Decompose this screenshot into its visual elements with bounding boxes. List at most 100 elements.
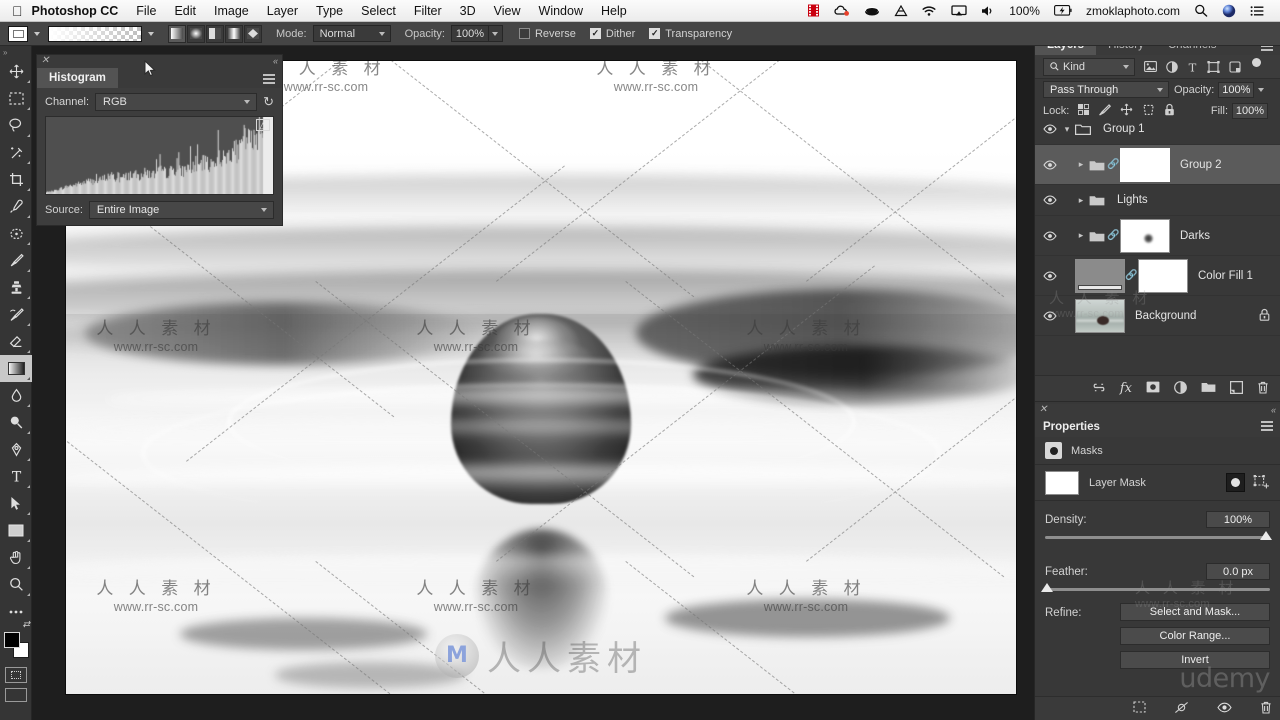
menu-file[interactable]: File	[127, 4, 165, 18]
gradient-tool-preset-icon[interactable]	[8, 25, 28, 42]
gradient-picker-chevron-icon[interactable]	[148, 31, 154, 36]
close-icon[interactable]: ✕	[41, 56, 49, 66]
brush-tool[interactable]	[0, 247, 32, 274]
tab-histogram[interactable]: Histogram	[37, 68, 118, 88]
wifi-icon[interactable]	[915, 5, 944, 17]
rectangular-marquee-tool[interactable]	[0, 85, 32, 112]
table-row[interactable]: Background	[1035, 296, 1280, 336]
linear-gradient-icon[interactable]	[168, 24, 186, 43]
layer-visibility-icon[interactable]	[1039, 124, 1061, 134]
group-disclosure-icon[interactable]: ▸	[1075, 195, 1087, 206]
layer-name[interactable]: Color Fill 1	[1198, 270, 1253, 282]
crop-tool[interactable]	[0, 166, 32, 193]
layer-name[interactable]: Darks	[1180, 230, 1210, 242]
layer-thumbnail[interactable]	[1075, 258, 1125, 293]
volume-icon[interactable]	[974, 5, 1002, 17]
menu-filter[interactable]: Filter	[405, 4, 451, 18]
density-slider-knob[interactable]	[1260, 531, 1272, 540]
adjustment-filter-icon[interactable]	[1166, 60, 1178, 73]
layers-panel[interactable]: ✕ « Layers History Channels Kind	[1035, 22, 1280, 402]
layer-style-fx-icon[interactable]: fx	[1120, 381, 1132, 396]
cached-data-warning-icon[interactable]: △	[256, 119, 270, 131]
group-disclosure-icon[interactable]: ▸	[1075, 230, 1087, 241]
type-tool[interactable]: T	[0, 463, 32, 490]
panel-menu-icon[interactable]	[263, 74, 275, 86]
new-layer-icon[interactable]	[1230, 380, 1243, 397]
properties-panel[interactable]: ✕ « Properties Masks Layer Mask Density:…	[1035, 404, 1280, 720]
angle-gradient-icon[interactable]	[206, 24, 224, 43]
airplay-icon[interactable]	[944, 4, 974, 17]
group-disclosure-icon[interactable]: ▾	[1061, 124, 1073, 135]
dropbox-icon[interactable]	[800, 4, 827, 17]
layer-mask-thumbnail[interactable]	[1045, 470, 1079, 495]
diamond-gradient-icon[interactable]	[244, 24, 262, 43]
density-value[interactable]: 100%	[1206, 511, 1270, 528]
transparency-checkbox[interactable]: Transparency	[649, 28, 732, 40]
layer-visibility-icon[interactable]	[1039, 159, 1061, 170]
layer-name[interactable]: Lights	[1117, 194, 1148, 206]
menu-view[interactable]: View	[485, 4, 530, 18]
layer-list[interactable]: ▾ Group 1 ▸ 🔗 Group 2 ▸ Lights ▸ 🔗 Darks…	[1035, 114, 1280, 373]
menu-3d[interactable]: 3D	[451, 4, 485, 18]
layer-blend-mode-select[interactable]: Pass Through	[1043, 81, 1169, 98]
menu-layer[interactable]: Layer	[258, 4, 307, 18]
close-icon[interactable]: ✕	[1039, 405, 1047, 415]
vpn-icon[interactable]	[857, 5, 887, 17]
menu-image[interactable]: Image	[205, 4, 258, 18]
table-row[interactable]: ▸ 🔗 Group 2	[1035, 145, 1280, 185]
spot-healing-brush-tool[interactable]	[0, 220, 32, 247]
delete-mask-icon[interactable]	[1260, 701, 1272, 717]
siri-icon[interactable]	[1215, 4, 1243, 18]
hand-tool[interactable]	[0, 544, 32, 571]
new-group-icon[interactable]	[1201, 381, 1216, 396]
notification-center-icon[interactable]	[1243, 5, 1271, 17]
pen-tool[interactable]	[0, 436, 32, 463]
app-name-menu[interactable]: Photoshop CC	[23, 4, 128, 18]
screen-mode-button[interactable]	[4, 688, 27, 702]
feather-slider-track[interactable]	[1041, 583, 1270, 592]
mask-link-icon[interactable]: 🔗	[1125, 270, 1138, 281]
delete-layer-icon[interactable]	[1257, 381, 1269, 397]
toggle-mask-icon[interactable]	[1217, 702, 1232, 716]
swap-colors-icon[interactable]: ⇄	[22, 619, 30, 630]
clone-stamp-tool[interactable]	[0, 274, 32, 301]
collapse-icon[interactable]: «	[1271, 406, 1276, 415]
blur-tool[interactable]	[0, 382, 32, 409]
layer-mask-thumbnail[interactable]	[1120, 218, 1170, 253]
account-label[interactable]: zmoklaphoto.com	[1079, 4, 1187, 18]
google-drive-icon[interactable]	[887, 4, 915, 17]
layer-visibility-icon[interactable]	[1039, 270, 1061, 281]
menu-type[interactable]: Type	[307, 4, 352, 18]
dither-checkbox[interactable]: Dither	[589, 28, 635, 40]
refresh-icon[interactable]: ↻	[263, 94, 274, 110]
menu-window[interactable]: Window	[530, 4, 592, 18]
density-control[interactable]: Density: 100%	[1035, 501, 1280, 540]
table-row[interactable]: ▸ Lights	[1035, 185, 1280, 216]
spotlight-search-icon[interactable]	[1187, 4, 1215, 17]
zoom-tool[interactable]	[0, 571, 32, 598]
reflected-gradient-icon[interactable]	[225, 24, 243, 43]
foreground-color-swatch[interactable]	[4, 632, 20, 648]
tool-preset-chevron-icon[interactable]	[34, 31, 40, 36]
gradient-preview-swatch[interactable]	[48, 25, 142, 42]
dodge-tool[interactable]	[0, 409, 32, 436]
feather-slider-knob[interactable]	[1041, 583, 1053, 592]
histogram-panel[interactable]: ✕ « Histogram Channel: RGB ↻ △ Source: E…	[36, 54, 283, 226]
smart-object-filter-icon[interactable]	[1229, 60, 1241, 73]
opacity-chevron-icon[interactable]	[488, 25, 503, 42]
layer-visibility-icon[interactable]	[1039, 310, 1061, 321]
feather-control[interactable]: Feather: 0.0 px	[1035, 539, 1280, 592]
opacity-value[interactable]: 100%	[450, 25, 489, 42]
mask-link-icon[interactable]: 🔗	[1107, 159, 1120, 170]
blend-mode-select[interactable]: Normal	[312, 25, 391, 42]
menu-help[interactable]: Help	[592, 4, 636, 18]
link-layers-icon[interactable]	[1092, 383, 1106, 395]
menu-edit[interactable]: Edit	[165, 4, 205, 18]
layer-visibility-icon[interactable]	[1039, 195, 1061, 205]
quick-mask-mode-button[interactable]	[4, 667, 27, 683]
pixel-filter-icon[interactable]	[1144, 61, 1157, 72]
layer-visibility-icon[interactable]	[1039, 230, 1061, 241]
magic-wand-tool[interactable]	[0, 139, 32, 166]
table-row[interactable]: ▸ 🔗 Darks	[1035, 216, 1280, 256]
group-disclosure-icon[interactable]: ▸	[1075, 159, 1087, 170]
